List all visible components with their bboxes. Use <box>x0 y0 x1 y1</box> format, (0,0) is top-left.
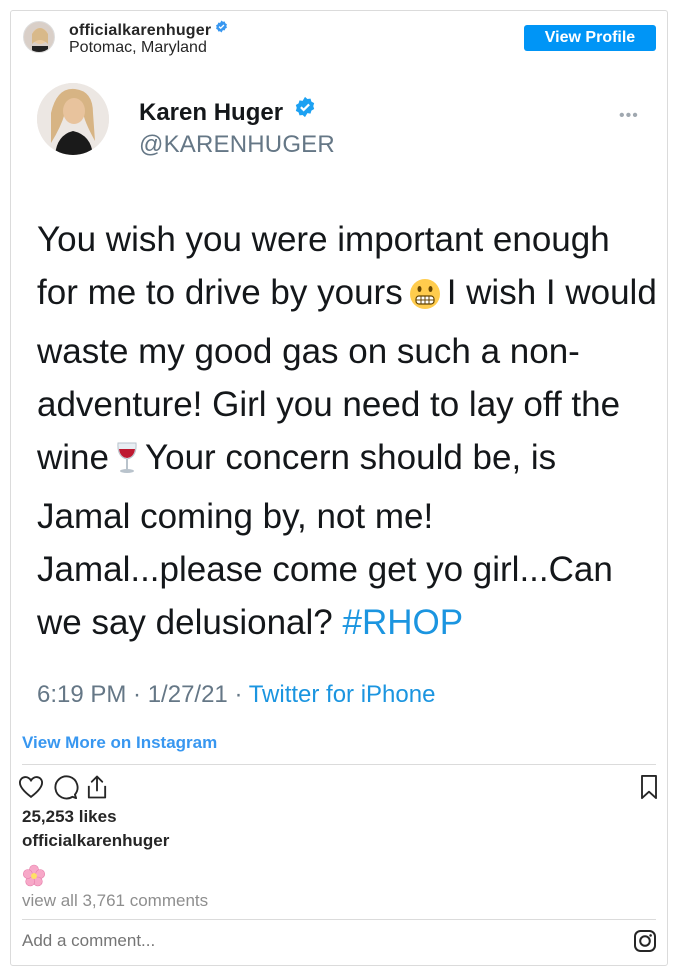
action-bar <box>17 773 663 803</box>
comment-icon[interactable] <box>51 773 79 801</box>
view-more-link[interactable]: View More on Instagram <box>22 733 217 753</box>
post-location[interactable]: Potomac, Maryland <box>69 40 207 56</box>
view-profile-button[interactable]: View Profile <box>524 25 656 51</box>
tweet-author-name-text: Karen Huger <box>139 99 284 126</box>
instagram-icon[interactable] <box>633 929 657 953</box>
heart-icon[interactable] <box>17 773 45 801</box>
tweet-author-name: Karen Huger <box>139 96 316 128</box>
likes-count[interactable]: 25,253 likes <box>22 807 117 827</box>
share-icon[interactable] <box>83 773 111 801</box>
grimacing-emoji-icon <box>409 272 441 325</box>
cherry-blossom-emoji-icon <box>22 864 46 888</box>
instagram-embed-card: officialkarenhuger Potomac, Maryland Vie… <box>10 10 668 966</box>
view-all-comments-link[interactable]: view all 3,761 comments <box>22 891 208 911</box>
verified-badge-icon <box>294 96 316 125</box>
tweet-body: You wish you were important enough for m… <box>37 213 657 649</box>
caption-username[interactable]: officialkarenhuger <box>22 831 169 851</box>
ellipsis-icon: ••• <box>619 107 639 124</box>
tweet-source: Twitter for iPhone <box>248 681 436 708</box>
divider <box>22 764 656 765</box>
post-username-text[interactable]: officialkarenhuger <box>69 22 211 39</box>
add-comment-input[interactable] <box>22 931 422 951</box>
tweet-avatar <box>37 83 109 155</box>
divider <box>22 919 656 920</box>
tweet-meta: 6:19 PM · 1/27/21 · Twitter for iPhone <box>37 681 435 709</box>
tweet-hashtag: #RHOP <box>342 603 464 642</box>
post-header: officialkarenhuger Potomac, Maryland Vie… <box>11 11 667 65</box>
profile-avatar[interactable] <box>23 21 55 53</box>
bookmark-icon[interactable] <box>635 773 663 801</box>
wine-glass-emoji-icon <box>115 437 139 490</box>
verified-badge-icon <box>215 20 228 38</box>
tweet-author-handle: @KARENHUGER <box>139 131 335 158</box>
tweet-timestamp: 6:19 PM · 1/27/21 · <box>37 681 249 708</box>
post-username[interactable]: officialkarenhuger <box>69 20 228 40</box>
tweet-screenshot: Karen Huger @KARENHUGER ••• You wish you… <box>11 65 667 725</box>
